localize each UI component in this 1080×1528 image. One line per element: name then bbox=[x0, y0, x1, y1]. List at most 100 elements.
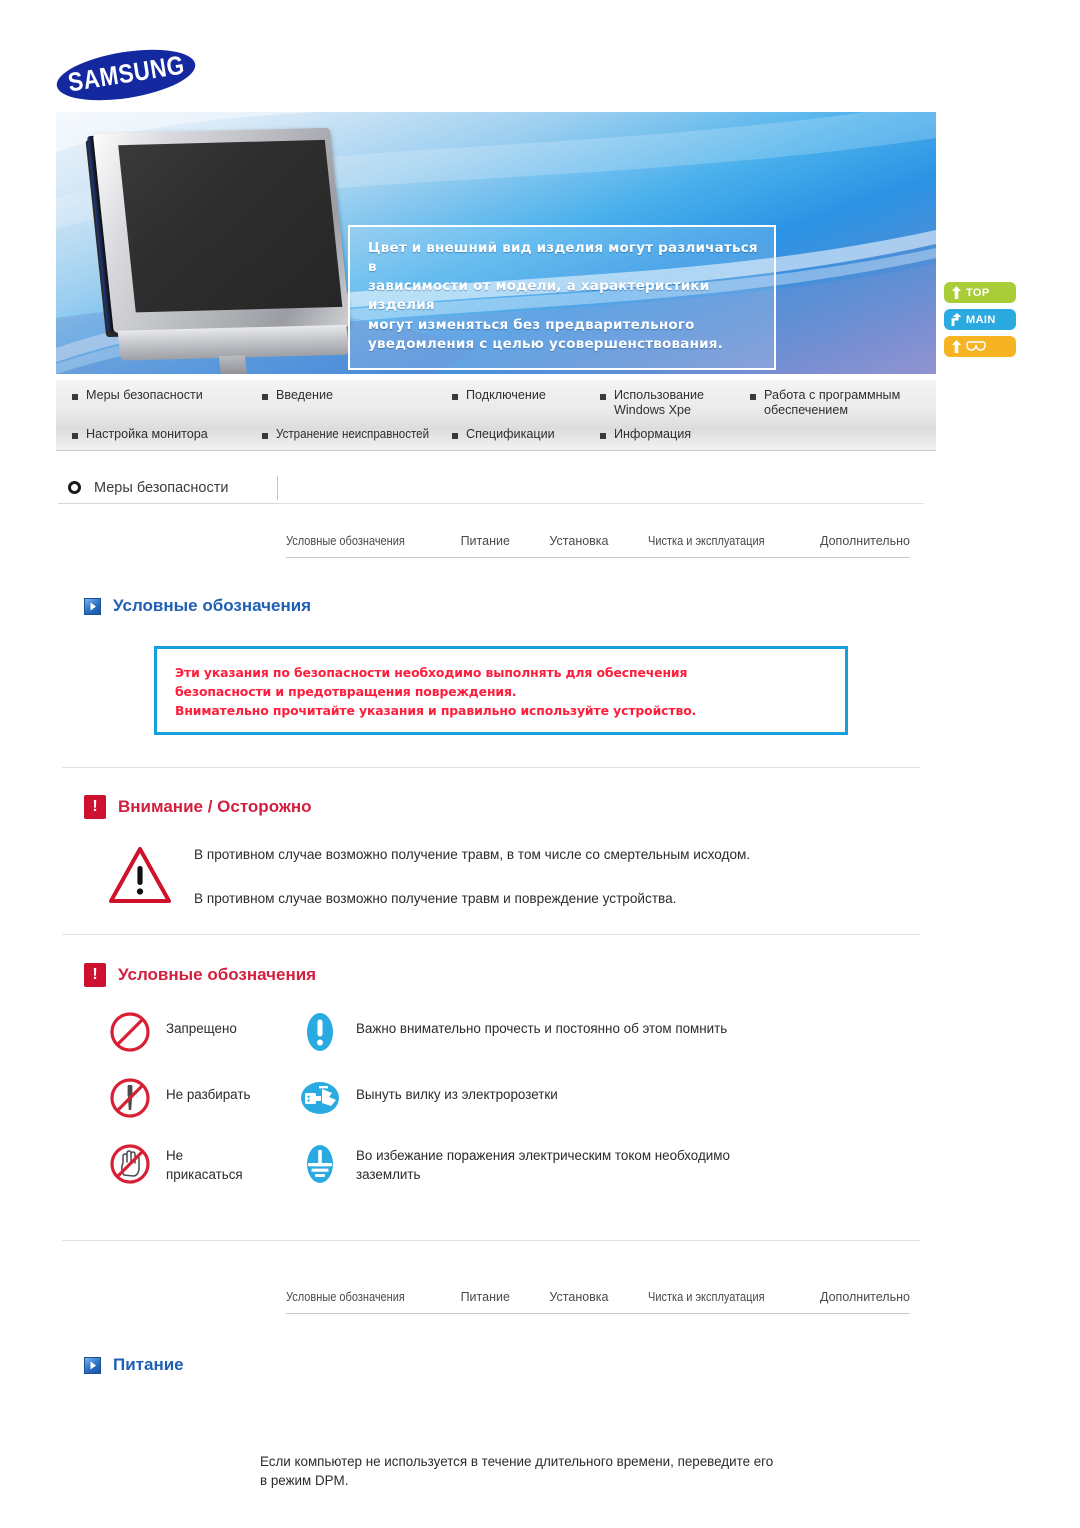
arrow-turn-icon bbox=[951, 313, 962, 326]
tab-cleaning-top[interactable]: Чистка и эксплуатация bbox=[648, 534, 765, 548]
nav-item-information[interactable]: Информация bbox=[600, 427, 750, 441]
nav-item-windows-xpe[interactable]: Использование Windows Xpe bbox=[600, 388, 750, 418]
tab-symbols-bottom[interactable]: Условные обозначения bbox=[286, 1290, 405, 1304]
legend-label-prohibited: Запрещено bbox=[166, 1021, 237, 1036]
tab-cleaning-bottom[interactable]: Чистка и эксплуатация bbox=[648, 1290, 765, 1304]
callout-line-1: Цвет и внешний вид изделия могут различа… bbox=[368, 240, 758, 276]
nav-item-software[interactable]: Работа с программным обеспечением bbox=[750, 388, 930, 418]
nav-item-connection[interactable]: Подключение bbox=[452, 388, 600, 402]
nav-row-2: Настройка монитора Устранение неисправно… bbox=[72, 427, 932, 441]
play-arrow-icon bbox=[84, 597, 101, 615]
no-disassemble-icon bbox=[110, 1078, 150, 1118]
divider-after-caution bbox=[62, 934, 920, 935]
nav-item-windows-xpe-label: Использование Windows Xpe bbox=[614, 388, 704, 417]
callout-line-2: зависимости от модели, а характеристики … bbox=[368, 278, 710, 314]
nav-item-information-label: Информация bbox=[614, 426, 692, 441]
tab-additional-bottom[interactable]: Дополнительно bbox=[820, 1290, 910, 1304]
callout-line-4: уведомления с целью усовершенствования. bbox=[368, 335, 723, 352]
tab-installation-bottom[interactable]: Установка bbox=[549, 1290, 608, 1304]
tab-installation-top[interactable]: Установка bbox=[549, 534, 608, 548]
nav-item-specifications-label: Спецификации bbox=[466, 426, 555, 441]
notice-line-1: Эти указания по безопасности необходимо … bbox=[175, 665, 688, 680]
nav-item-troubleshooting-label: Устранение неисправностей bbox=[276, 426, 430, 441]
ring-bullet-icon bbox=[68, 481, 81, 494]
monitor-illustration bbox=[83, 127, 379, 374]
symbol-legend-table: Запрещено Важно внимательно прочесть и п… bbox=[108, 1010, 908, 1186]
square-bullet-icon bbox=[72, 394, 78, 400]
exclamation-square-icon: ! bbox=[84, 795, 106, 819]
breadcrumb: Меры безопасности bbox=[58, 472, 278, 504]
prohibition-circle-icon bbox=[110, 1012, 150, 1052]
heading-symbols-red-text: Условные обозначения bbox=[118, 965, 317, 984]
tab-symbols-top[interactable]: Условные обозначения bbox=[286, 534, 405, 548]
divider-after-legend bbox=[62, 1240, 920, 1241]
tab-list-bottom: Условные обозначения Питание Установка Ч… bbox=[286, 1290, 910, 1313]
square-bullet-icon bbox=[72, 432, 78, 439]
nav-item-troubleshooting[interactable]: Устранение неисправностей bbox=[262, 427, 452, 441]
square-bullet-icon bbox=[452, 432, 458, 439]
legend-label-unplug: Вынуть вилку из электророзетки bbox=[356, 1087, 558, 1102]
heading-symbols-blue: Условные обозначения bbox=[84, 596, 311, 616]
nav-item-specifications[interactable]: Спецификации bbox=[452, 427, 600, 441]
warning-triangle-icon bbox=[109, 847, 171, 903]
exclamation-square-icon: ! bbox=[84, 963, 106, 987]
main-button[interactable]: MAIN bbox=[944, 309, 1016, 330]
square-bullet-icon bbox=[262, 432, 268, 439]
monitor-stand-neck bbox=[218, 355, 247, 374]
arrow-up-icon-small bbox=[952, 340, 961, 353]
nav-item-introduction[interactable]: Введение bbox=[262, 388, 452, 402]
blue-exclamation-icon bbox=[307, 1013, 333, 1051]
legend-row: Не разбирать Вынуть вилку из электророзе… bbox=[108, 1076, 908, 1120]
page-section-header: Меры безопасности bbox=[58, 472, 924, 504]
heading-caution-red: ! Внимание / Осторожно bbox=[84, 795, 312, 819]
square-bullet-icon bbox=[600, 394, 606, 400]
tab-list-top: Условные обозначения Питание Установка Ч… bbox=[286, 534, 910, 557]
legend-label-no-disassemble: Не разбирать bbox=[166, 1087, 251, 1102]
legend-label-ground: Во избежание поражения электрическим ток… bbox=[356, 1148, 730, 1183]
hero-banner: Цвет и внешний вид изделия могут различа… bbox=[56, 112, 936, 374]
caution-text-lines: В противном случае возможно получение тр… bbox=[194, 844, 908, 907]
unplug-hand-icon bbox=[301, 1082, 339, 1114]
legend-cell-unplug: Вынуть вилку из электророзетки bbox=[298, 1076, 908, 1120]
square-bullet-icon bbox=[262, 394, 268, 400]
main-navigation-bar: Меры безопасности Введение Подключение И… bbox=[56, 380, 936, 451]
notice-line-2: безопасности и предотвращения повреждени… bbox=[175, 683, 517, 699]
heading-power-blue-text: Питание bbox=[113, 1355, 184, 1374]
callout-line-3: могут изменяться без предварительного bbox=[368, 316, 695, 333]
logo-wordmark: SAMSUNG bbox=[53, 41, 198, 108]
page-title: Меры безопасности bbox=[94, 479, 229, 496]
safety-notice-box: Эти указания по безопасности необходимо … bbox=[154, 646, 848, 735]
tab-power-bottom[interactable]: Питание bbox=[461, 1290, 510, 1304]
subsection-tabbar-top: Условные обозначения Питание Установка Ч… bbox=[286, 534, 910, 558]
nav-item-safety[interactable]: Меры безопасности bbox=[72, 388, 262, 402]
square-bullet-icon bbox=[452, 394, 458, 400]
legend-label-important: Важно внимательно прочесть и постоянно о… bbox=[356, 1021, 728, 1036]
heading-power-blue: Питание bbox=[84, 1355, 184, 1375]
legend-row: Запрещено Важно внимательно прочесть и п… bbox=[108, 1010, 908, 1054]
caution-line-1: В противном случае возможно получение тр… bbox=[194, 847, 751, 862]
tab-power-top[interactable]: Питание bbox=[461, 534, 510, 548]
logo-wordmark-text: SAMSUNG bbox=[65, 50, 187, 98]
heading-caution-red-text: Внимание / Осторожно bbox=[118, 797, 312, 816]
nav-row-1: Меры безопасности Введение Подключение И… bbox=[72, 388, 932, 418]
legend-label-no-touch: Не прикасаться bbox=[166, 1148, 243, 1183]
legend-cell-no-disassemble: Не разбирать bbox=[108, 1076, 298, 1120]
caution-block: В противном случае возможно получение тр… bbox=[108, 844, 908, 907]
legend-cell-prohibited: Запрещено bbox=[108, 1010, 298, 1054]
glasses-icon bbox=[966, 341, 986, 351]
breadcrumb-divider bbox=[277, 476, 278, 500]
tab-additional-top[interactable]: Дополнительно bbox=[820, 534, 910, 548]
legend-cell-important: Важно внимательно прочесть и постоянно о… bbox=[298, 1010, 908, 1054]
legend-cell-no-touch: Не прикасаться bbox=[108, 1142, 298, 1186]
nav-item-monitor-setup[interactable]: Настройка монитора bbox=[72, 427, 262, 441]
main-button-label: MAIN bbox=[966, 313, 996, 326]
nav-item-software-label: Работа с программным обеспечением bbox=[764, 388, 901, 417]
top-button[interactable]: TOP bbox=[944, 282, 1016, 303]
square-bullet-icon bbox=[600, 432, 606, 439]
nav-item-connection-label: Подключение bbox=[466, 388, 546, 402]
back-button[interactable] bbox=[944, 336, 1016, 357]
tabbar-rule-top bbox=[286, 557, 910, 558]
tabbar-rule-bottom bbox=[286, 1313, 910, 1314]
banner-callout-box: Цвет и внешний вид изделия могут различа… bbox=[348, 225, 776, 370]
divider-after-notice bbox=[62, 767, 920, 768]
